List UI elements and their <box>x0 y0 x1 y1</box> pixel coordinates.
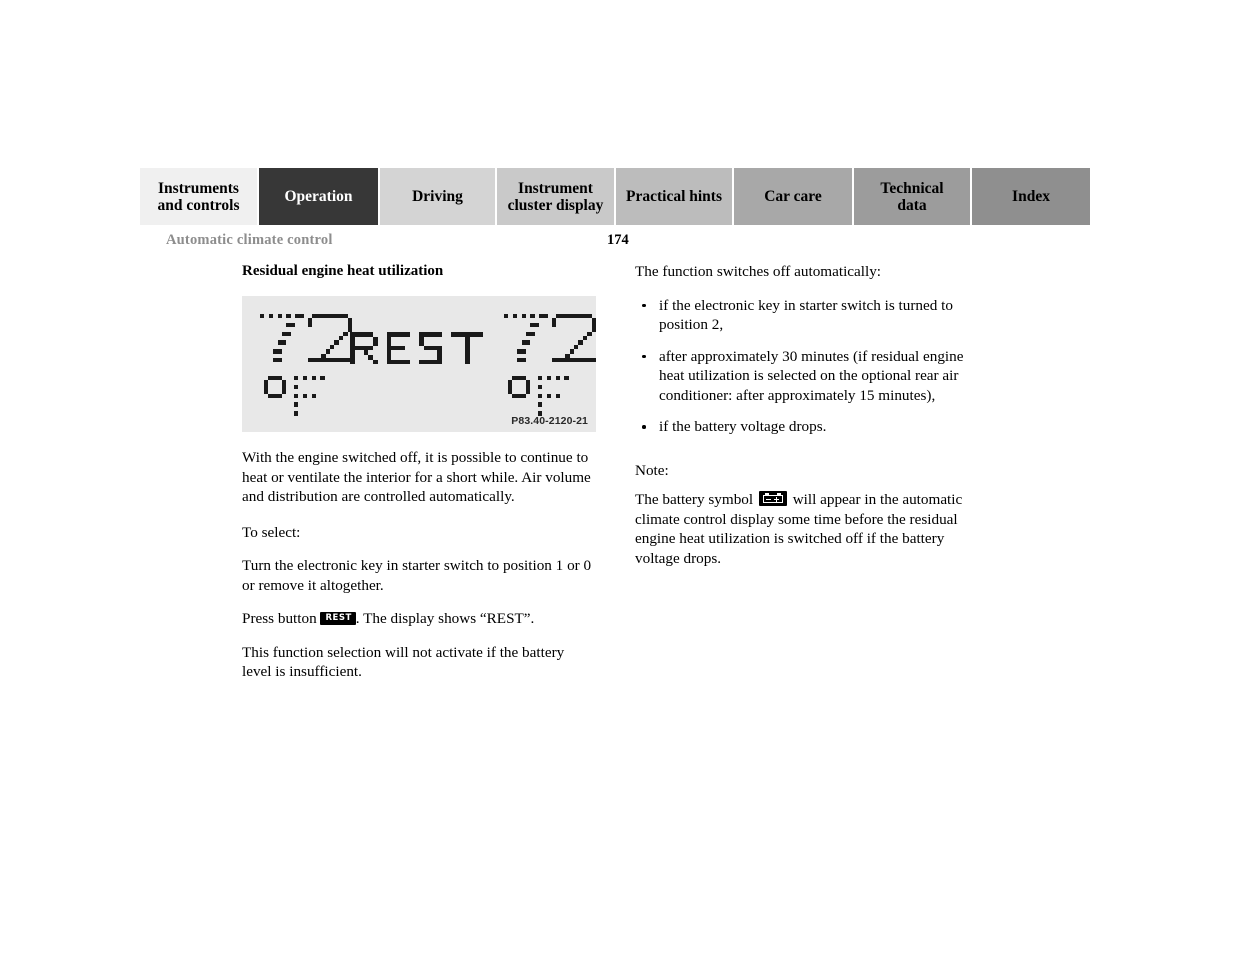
bullet-dot-icon <box>642 425 646 429</box>
tab-line: Practical hints <box>626 188 722 205</box>
step-press-rest-button: Press button REST. The display shows “RE… <box>242 609 596 629</box>
switch-off-conditions-list: if the electronic key in starter switch … <box>635 296 985 437</box>
tab-technical-data[interactable]: Technical data <box>854 168 972 225</box>
tab-car-care[interactable]: Car care <box>734 168 854 225</box>
tab-line: Instrument <box>518 179 593 197</box>
tab-driving[interactable]: Driving <box>380 168 497 225</box>
tab-line: Car care <box>764 188 822 205</box>
running-head: Automatic climate control <box>166 232 333 248</box>
tab-line: Operation <box>284 188 353 205</box>
paragraph-intro: With the engine switched off, it is poss… <box>242 449 591 505</box>
lcd-temperature-right <box>504 314 596 416</box>
tab-line: Driving <box>412 188 463 205</box>
tab-line: Index <box>1012 188 1050 205</box>
tab-line: data <box>897 196 927 214</box>
list-item-text: if the electronic key in starter switch … <box>659 296 953 334</box>
note-text-before: The battery symbol <box>635 491 754 508</box>
step-turn-key: Turn the electronic key in starter switc… <box>242 557 592 594</box>
list-item: if the battery voltage drops. <box>635 417 985 437</box>
lcd-rest-text <box>350 332 490 388</box>
note-label: Note: <box>635 461 669 479</box>
page-title: Residual engine heat utilization <box>242 263 444 279</box>
step-text-before: Press button <box>242 610 317 627</box>
tab-operation[interactable]: Operation <box>259 168 380 225</box>
rest-button-icon: REST <box>320 611 356 625</box>
note-body: The battery symbol will appear in the au… <box>635 490 985 568</box>
climate-control-lcd-figure: P83.40-2120-21 <box>242 296 596 432</box>
battery-symbol-icon <box>758 491 787 506</box>
tab-practical-hints[interactable]: Practical hints <box>616 168 734 225</box>
tab-line: and controls <box>157 196 240 214</box>
list-item-text: if the battery voltage drops. <box>659 418 827 435</box>
list-item: after approximately 30 minutes (if resid… <box>635 347 985 406</box>
chapter-tab-bar: Instruments and controls Operation Drivi… <box>140 168 1094 225</box>
bullet-dot-icon <box>642 303 646 307</box>
tab-instruments-and-controls[interactable]: Instruments and controls <box>140 168 259 225</box>
list-item: if the electronic key in starter switch … <box>635 296 985 335</box>
bullet-dot-icon <box>642 354 646 358</box>
page-number: 174 <box>607 232 629 248</box>
paragraph-battery-warning: This function selection will not activat… <box>242 643 565 681</box>
tab-line: Technical <box>880 179 944 197</box>
switch-off-intro: The function switches off automatically: <box>635 263 882 280</box>
tab-instrument-cluster-display[interactable]: Instrument cluster display <box>497 168 616 225</box>
right-column: The function switches off automatically:… <box>635 262 985 584</box>
left-column: Residual engine heat utilization P83.40-… <box>242 262 596 698</box>
tab-line: Instruments <box>158 179 239 197</box>
lcd-temperature-left <box>260 314 352 416</box>
to-select-label: To select: <box>242 523 301 541</box>
list-item-text: after approximately 30 minutes (if resid… <box>659 347 964 404</box>
tab-line: cluster display <box>507 196 604 214</box>
figure-caption: P83.40-2120-21 <box>511 415 588 427</box>
tab-index[interactable]: Index <box>972 168 1090 225</box>
step-text-after: . The display shows “REST”. <box>355 610 535 627</box>
